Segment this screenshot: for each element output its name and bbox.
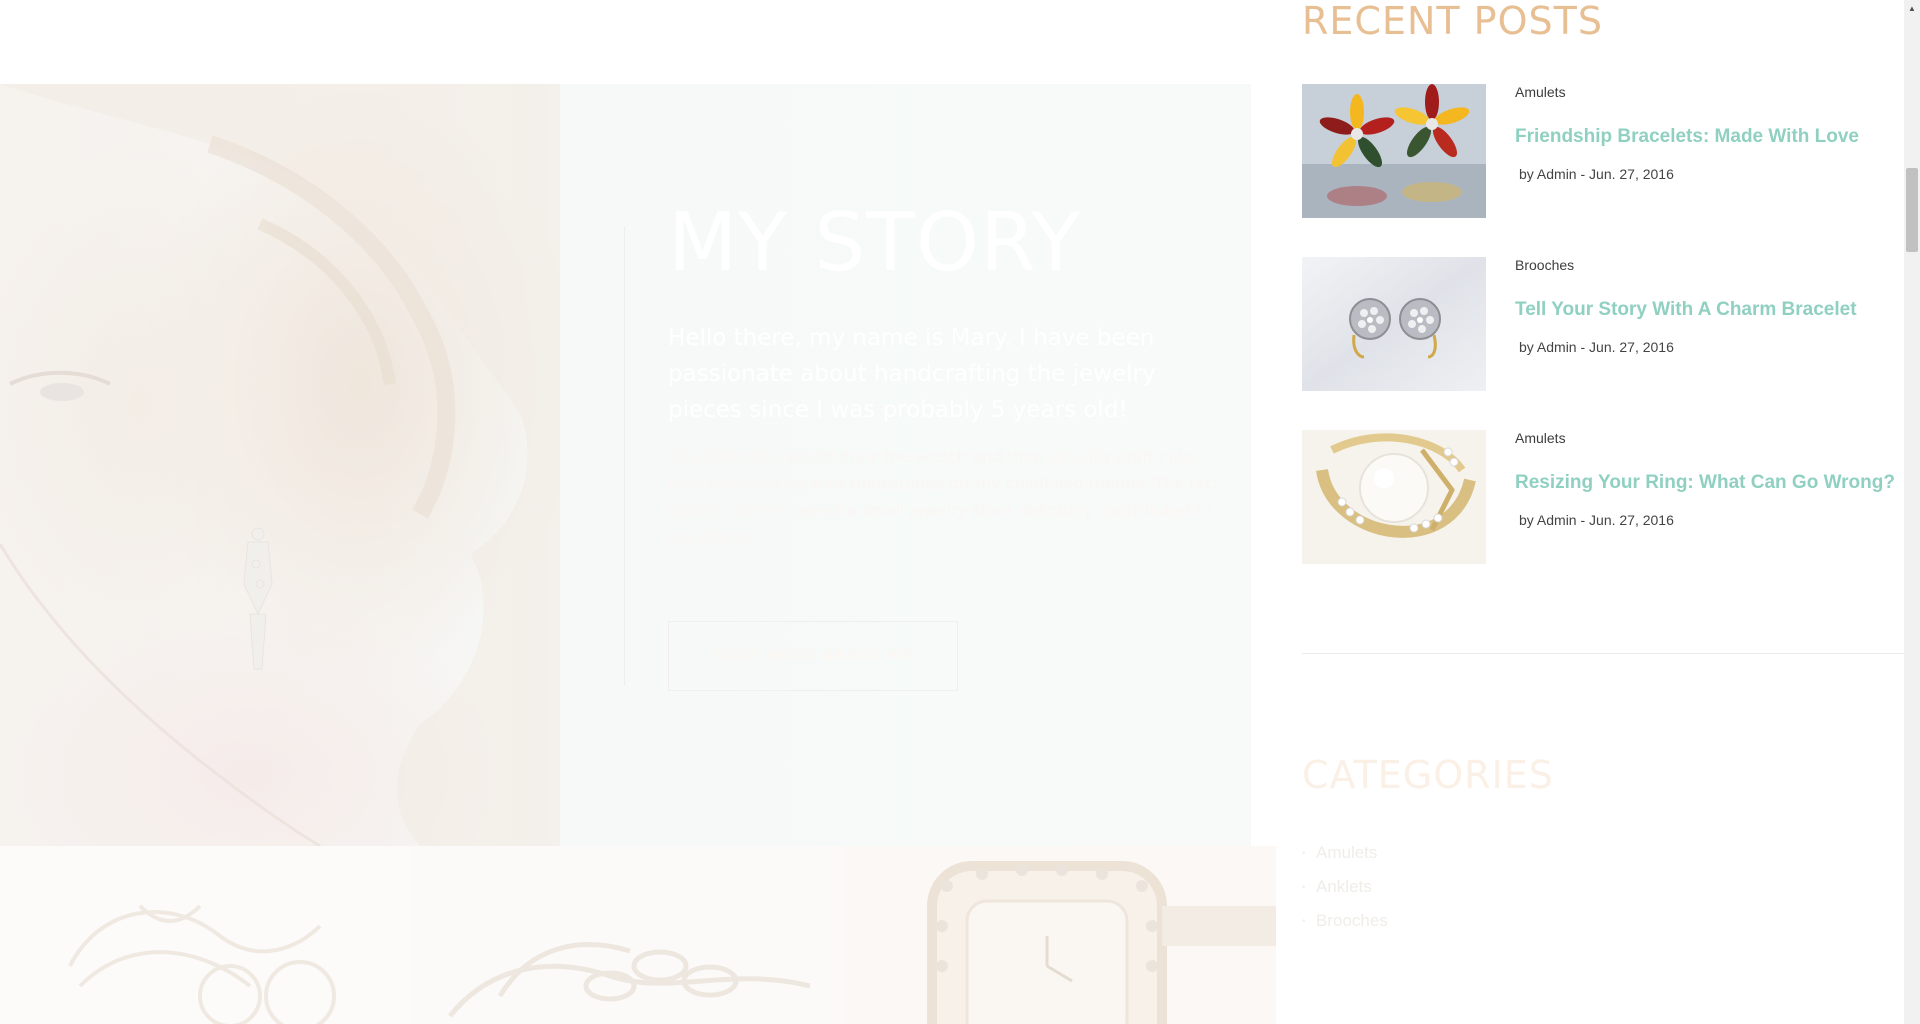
gallery-image-bracelet[interactable] — [0, 846, 410, 1024]
post-title-link[interactable]: Resizing Your Ring: What Can Go Wrong? — [1515, 472, 1895, 494]
post-thumbnail-colorful-earrings[interactable] — [1302, 84, 1486, 218]
categories-list: • Amulets • Anklets • Brooches — [1302, 836, 1388, 938]
post-thumbnail-diamond-earrings[interactable] — [1302, 257, 1486, 391]
gallery-image-watch[interactable] — [842, 846, 1276, 1024]
post-category-link[interactable]: Amulets — [1515, 430, 1566, 446]
post-category-link[interactable]: Brooches — [1515, 257, 1574, 273]
post-meta: by Admin - Jun. 27, 2016 — [1519, 339, 1674, 355]
post-title-link[interactable]: Tell Your Story With A Charm Bracelet — [1515, 299, 1857, 321]
jewelry-gallery — [0, 846, 1276, 1024]
post-meta: by Admin - Jun. 27, 2016 — [1519, 512, 1674, 528]
page: MY STORY Hello there, my name is Mary. I… — [0, 0, 1920, 1024]
recent-posts-heading: RECENT POSTS — [1302, 0, 1603, 43]
bullet-icon: • — [1302, 915, 1306, 927]
scroll-up-arrow-icon[interactable]: ▲ — [1904, 0, 1920, 16]
category-label: Anklets — [1316, 877, 1372, 896]
recent-post-item: Amulets Resizing Your Ring: What Can Go … — [1302, 430, 1904, 564]
scrollbar-thumb[interactable] — [1906, 168, 1918, 252]
my-story-section: MY STORY Hello there, my name is Mary. I… — [0, 84, 1251, 846]
read-more-about-me-button[interactable]: READ MORE ABOUT ME — [668, 621, 958, 691]
category-item-anklets[interactable]: • Anklets — [1302, 870, 1388, 904]
post-category-link[interactable]: Amulets — [1515, 84, 1566, 100]
story-body-text: At a little girl I would draw the sketch… — [668, 447, 1220, 547]
gallery-image-chain[interactable] — [410, 846, 842, 1024]
portrait-illustration — [0, 84, 560, 846]
story-lead-text: Hello there, my name is Mary. I have bee… — [668, 325, 1156, 423]
bullet-icon: • — [1302, 847, 1306, 859]
category-label: Amulets — [1316, 843, 1378, 862]
category-item-amulets[interactable]: • Amulets — [1302, 836, 1388, 870]
sidebar-divider — [1302, 653, 1904, 654]
categories-heading: CATEGORIES — [1302, 753, 1554, 797]
recent-post-item: Amulets Friendship Bracelets: Made With … — [1302, 84, 1904, 218]
post-thumbnail-pearl-ring[interactable] — [1302, 430, 1486, 564]
post-meta: by Admin - Jun. 27, 2016 — [1519, 166, 1674, 182]
bullet-icon: • — [1302, 881, 1306, 893]
story-divider — [624, 226, 625, 686]
category-label: Brooches — [1316, 911, 1388, 930]
vertical-scrollbar[interactable]: ▲ — [1904, 0, 1920, 1024]
portrait-image — [0, 84, 560, 846]
recent-post-item: Brooches Tell Your Story With A Charm Br… — [1302, 257, 1904, 391]
post-title-link[interactable]: Friendship Bracelets: Made With Love — [1515, 126, 1859, 148]
sidebar: RECENT POSTS Amulets Friendship Bracelet… — [1302, 0, 1904, 1024]
story-title: MY STORY — [668, 196, 1082, 289]
category-item-brooches[interactable]: • Brooches — [1302, 904, 1388, 938]
